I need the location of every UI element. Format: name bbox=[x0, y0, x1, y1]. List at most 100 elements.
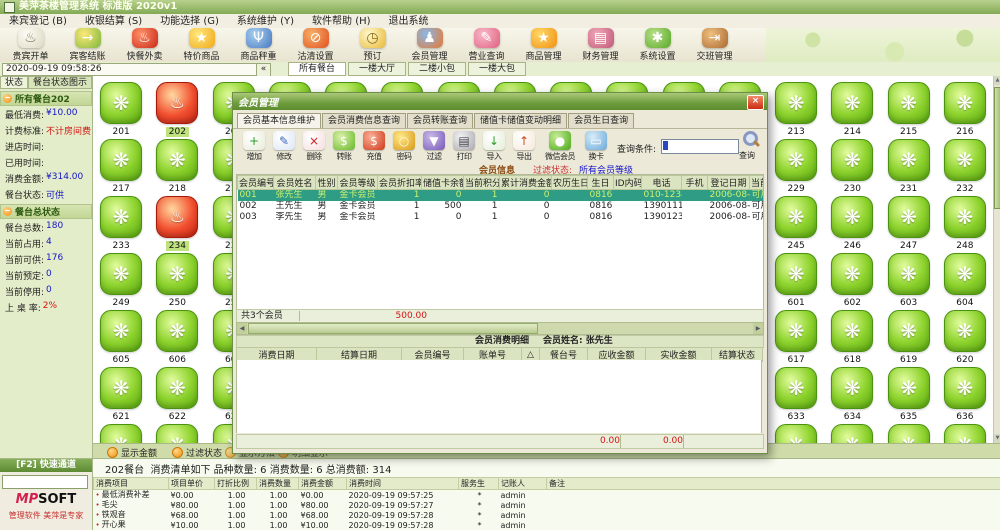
member-row[interactable]: 001张先生男金卡会员10100816010-1234562006-08-16可… bbox=[238, 190, 765, 202]
menu-item[interactable]: 收银结算 (S) bbox=[76, 15, 151, 28]
sidebar-tab[interactable]: 餐台状态图示 bbox=[28, 76, 92, 89]
search-input[interactable] bbox=[661, 139, 739, 154]
table-213[interactable]: ❋213 bbox=[768, 82, 824, 139]
dialog-toolbar-button[interactable]: ○密码 bbox=[389, 131, 419, 162]
dialog-toolbar-button[interactable]: ✎修改 bbox=[269, 131, 299, 162]
member-row[interactable]: 002王先生男金卡会员150010081613901111112006-08-1… bbox=[238, 201, 765, 212]
dialog-toolbar-button[interactable]: ▭换卡 bbox=[581, 131, 611, 162]
table-218[interactable]: ❋218 bbox=[149, 139, 205, 196]
close-icon[interactable]: × bbox=[747, 95, 764, 110]
dialog-toolbar-button[interactable]: $转账 bbox=[329, 131, 359, 162]
toolbar-button[interactable]: ♨贵宾开单 bbox=[2, 28, 59, 62]
table-619[interactable]: ❋619 bbox=[881, 310, 937, 367]
search-button-label[interactable]: 查询 bbox=[739, 150, 755, 161]
quick-channel-input[interactable] bbox=[2, 475, 88, 489]
table-201[interactable]: ❋201 bbox=[93, 82, 149, 139]
table-246[interactable]: ❋246 bbox=[824, 196, 880, 253]
table-232[interactable]: ❋232 bbox=[937, 139, 993, 196]
dialog-tab[interactable]: 会员基本信息维护 bbox=[237, 113, 321, 129]
menu-item[interactable]: 功能选择 (G) bbox=[151, 15, 228, 28]
table-247[interactable]: ❋247 bbox=[881, 196, 937, 253]
table-233[interactable]: ❋233 bbox=[93, 196, 149, 253]
collapse-minus-icon[interactable]: − bbox=[3, 207, 12, 216]
dialog-tab[interactable]: 会员转账查询 bbox=[407, 113, 473, 129]
table-603[interactable]: ❋603 bbox=[881, 253, 937, 310]
table-217[interactable]: ❋217 bbox=[93, 139, 149, 196]
table-604[interactable]: ❋604 bbox=[937, 253, 993, 310]
table-234[interactable]: ♨234 bbox=[149, 196, 205, 253]
table-601[interactable]: ❋601 bbox=[768, 253, 824, 310]
toolbar-button[interactable]: →宾客结账 bbox=[59, 28, 116, 62]
dialog-toolbar-button[interactable]: +增加 bbox=[239, 131, 269, 162]
table-202[interactable]: ♨202 bbox=[149, 82, 205, 139]
dialog-toolbar-button[interactable]: ×删除 bbox=[299, 131, 329, 162]
hscrollbar-thumb[interactable] bbox=[248, 323, 538, 334]
table-602[interactable]: ❋602 bbox=[824, 253, 880, 310]
consumption-row[interactable]: •最低消费补差¥0.001.001.00¥0.002020-09-19 09:5… bbox=[94, 490, 1000, 501]
member-table-hscrollbar[interactable]: ◀ ▶ bbox=[236, 322, 764, 335]
toolbar-button[interactable]: ✎营业查询 bbox=[458, 28, 515, 62]
table-634[interactable]: ❋634 bbox=[824, 367, 880, 424]
table-245[interactable]: ❋245 bbox=[768, 196, 824, 253]
table-622[interactable]: ❋622 bbox=[149, 367, 205, 424]
collapse-minus-icon[interactable]: − bbox=[3, 94, 12, 103]
table-214[interactable]: ❋214 bbox=[824, 82, 880, 139]
toolbar-button[interactable]: ◷预订 bbox=[344, 28, 401, 62]
table-606[interactable]: ❋606 bbox=[149, 310, 205, 367]
menu-item[interactable]: 来宾登记 (B) bbox=[0, 15, 76, 28]
view-tab[interactable]: 一楼大包 bbox=[468, 62, 526, 76]
view-tab[interactable]: 二楼小包 bbox=[408, 62, 466, 76]
menu-item[interactable]: 退出系统 bbox=[380, 15, 438, 28]
scroll-down-icon[interactable]: ▼ bbox=[994, 434, 1000, 443]
dialog-tab[interactable]: 储值卡储值变动明细 bbox=[474, 113, 567, 129]
table-605[interactable]: ❋605 bbox=[93, 310, 149, 367]
consumption-row[interactable]: •铁观音¥68.001.001.00¥68.002020-09-19 09:57… bbox=[94, 510, 1000, 520]
table-633[interactable]: ❋633 bbox=[768, 367, 824, 424]
toolbar-button[interactable]: Ψ商品秤重 bbox=[230, 28, 287, 62]
scrollbar-thumb[interactable] bbox=[994, 87, 1000, 209]
table-229[interactable]: ❋229 bbox=[768, 139, 824, 196]
scroll-up-icon[interactable]: ▲ bbox=[994, 76, 1000, 85]
menu-item[interactable]: 系统维护 (Y) bbox=[228, 15, 303, 28]
table-636[interactable]: ❋636 bbox=[937, 367, 993, 424]
toolbar-button[interactable]: ▤财务管理 bbox=[572, 28, 629, 62]
consumption-row[interactable]: •开心果¥10.001.001.00¥10.002020-09-19 09:57… bbox=[94, 520, 1000, 530]
table-250[interactable]: ❋250 bbox=[149, 253, 205, 310]
table-216[interactable]: ❋216 bbox=[937, 82, 993, 139]
dialog-toolbar-button[interactable]: ▼过滤 bbox=[419, 131, 449, 162]
dialog-tab[interactable]: 会员生日查询 bbox=[568, 113, 634, 129]
view-tab[interactable]: 一楼大厅 bbox=[348, 62, 406, 76]
toolbar-button[interactable]: ✱系统设置 bbox=[629, 28, 686, 62]
table-635[interactable]: ❋635 bbox=[881, 367, 937, 424]
table-248[interactable]: ❋248 bbox=[937, 196, 993, 253]
table-215[interactable]: ❋215 bbox=[881, 82, 937, 139]
table-249[interactable]: ❋249 bbox=[93, 253, 149, 310]
table-231[interactable]: ❋231 bbox=[881, 139, 937, 196]
dialog-toolbar-button[interactable]: ↑导出 bbox=[509, 131, 539, 162]
toolbar-button[interactable]: ♟会员管理 bbox=[401, 28, 458, 62]
view-tab[interactable]: 所有餐台 bbox=[288, 62, 346, 76]
member-row[interactable]: 003李先生男金卡会员1010081613901234562006-08-16可… bbox=[238, 212, 765, 223]
search-icon[interactable] bbox=[741, 130, 759, 148]
table-621[interactable]: ❋621 bbox=[93, 367, 149, 424]
table-230[interactable]: ❋230 bbox=[824, 139, 880, 196]
dialog-toolbar-button[interactable]: ▤打印 bbox=[449, 131, 479, 162]
sidebar-tab[interactable]: 状态 bbox=[0, 76, 28, 89]
table-617[interactable]: ❋617 bbox=[768, 310, 824, 367]
collapse-button[interactable]: « bbox=[256, 63, 271, 77]
dialog-toolbar-button[interactable]: ↓导入 bbox=[479, 131, 509, 162]
dialog-tab[interactable]: 会员消费信息查询 bbox=[322, 113, 406, 129]
dialog-toolbar-button[interactable]: $充值 bbox=[359, 131, 389, 162]
toolbar-button[interactable]: ⇥交班管理 bbox=[686, 28, 743, 62]
toolbar-button[interactable]: ♨快餐外卖 bbox=[116, 28, 173, 62]
table-618[interactable]: ❋618 bbox=[824, 310, 880, 367]
scroll-left-icon[interactable]: ◀ bbox=[237, 323, 247, 334]
menu-item[interactable]: 软件帮助 (H) bbox=[303, 15, 380, 28]
dialog-toolbar-button[interactable]: ●微信会员 bbox=[539, 131, 581, 162]
toolbar-button[interactable]: ⊘沽清设置 bbox=[287, 28, 344, 62]
toolbar-button[interactable]: ★特价商品 bbox=[173, 28, 230, 62]
consumption-row[interactable]: •毛尖¥80.001.001.00¥80.002020-09-19 09:57:… bbox=[94, 500, 1000, 510]
grid-scrollbar[interactable]: ▲ ▼ bbox=[993, 76, 1000, 443]
toolbar-button[interactable]: ★商品管理 bbox=[515, 28, 572, 62]
scroll-right-icon[interactable]: ▶ bbox=[753, 323, 763, 334]
